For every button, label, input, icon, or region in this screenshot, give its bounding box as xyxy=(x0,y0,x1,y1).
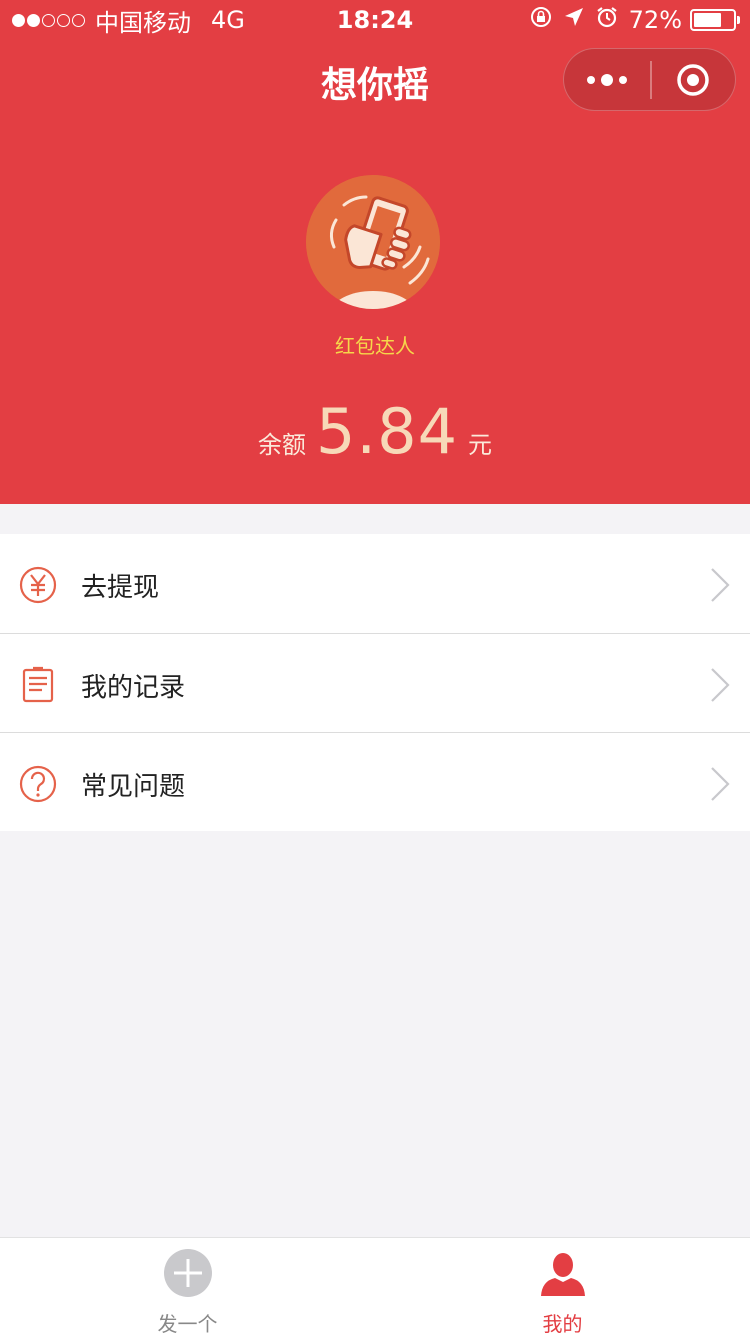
header: 中国移动 4G 18:24 72% 想你摇 红包达人 余额 5.84 元 xyxy=(0,0,750,504)
status-right: 72% xyxy=(519,5,740,35)
status-bar: 中国移动 4G 18:24 72% xyxy=(0,0,750,40)
menu-item-label: 常见问题 xyxy=(81,772,186,802)
rotation-lock-icon xyxy=(529,5,553,35)
close-button[interactable] xyxy=(652,48,736,111)
more-dot xyxy=(619,75,627,84)
target-close-icon xyxy=(677,63,709,96)
user-title: 红包达人 xyxy=(335,334,415,358)
person-icon xyxy=(540,1253,585,1296)
screen: 中国移动 4G 18:24 72% 想你摇 红包达人 余额 5.84 元 去提现… xyxy=(0,0,750,1334)
chevron-right-icon xyxy=(711,767,730,801)
chevron-right-icon xyxy=(711,568,730,602)
more-button[interactable] xyxy=(564,48,650,111)
tab-label: 发一个 xyxy=(157,1312,218,1334)
more-dot xyxy=(587,75,595,84)
balance-label: 余额 xyxy=(257,431,306,459)
tab-label: 我的 xyxy=(542,1312,583,1334)
mini-program-capsule xyxy=(563,48,736,111)
battery-percent: 72% xyxy=(628,6,682,34)
menu-item-faq[interactable]: 常见问题 xyxy=(0,732,750,831)
balance-unit: 元 xyxy=(468,431,493,459)
battery-icon xyxy=(690,9,740,31)
menu-item-label: 去提现 xyxy=(81,573,160,603)
plus-circle-icon xyxy=(163,1249,212,1297)
yuan-circle-icon xyxy=(19,566,57,604)
chevron-right-icon xyxy=(711,668,730,702)
battery-fill xyxy=(694,13,721,27)
tab-mine[interactable]: 我的 xyxy=(375,1238,750,1334)
question-circle-icon xyxy=(19,765,57,803)
more-dot xyxy=(601,73,613,86)
alarm-icon xyxy=(595,5,619,35)
location-arrow-icon xyxy=(563,6,585,34)
menu-item-withdraw[interactable]: 去提现 xyxy=(0,534,750,633)
record-list-icon xyxy=(22,666,54,703)
tab-bar: 发一个 我的 xyxy=(0,1237,750,1334)
menu-list: 去提现 我的记录 常见问题 xyxy=(0,534,750,831)
avatar[interactable] xyxy=(306,175,440,309)
tab-post[interactable]: 发一个 xyxy=(0,1238,375,1334)
more-dots-icon xyxy=(584,73,630,86)
phone-in-hand-shake-icon xyxy=(306,175,440,309)
balance-display: 余额 5.84 元 xyxy=(0,395,750,468)
menu-item-records[interactable]: 我的记录 xyxy=(0,633,750,732)
balance-value: 5.84 xyxy=(315,395,459,468)
battery-tip xyxy=(737,16,740,24)
menu-item-label: 我的记录 xyxy=(81,673,186,703)
